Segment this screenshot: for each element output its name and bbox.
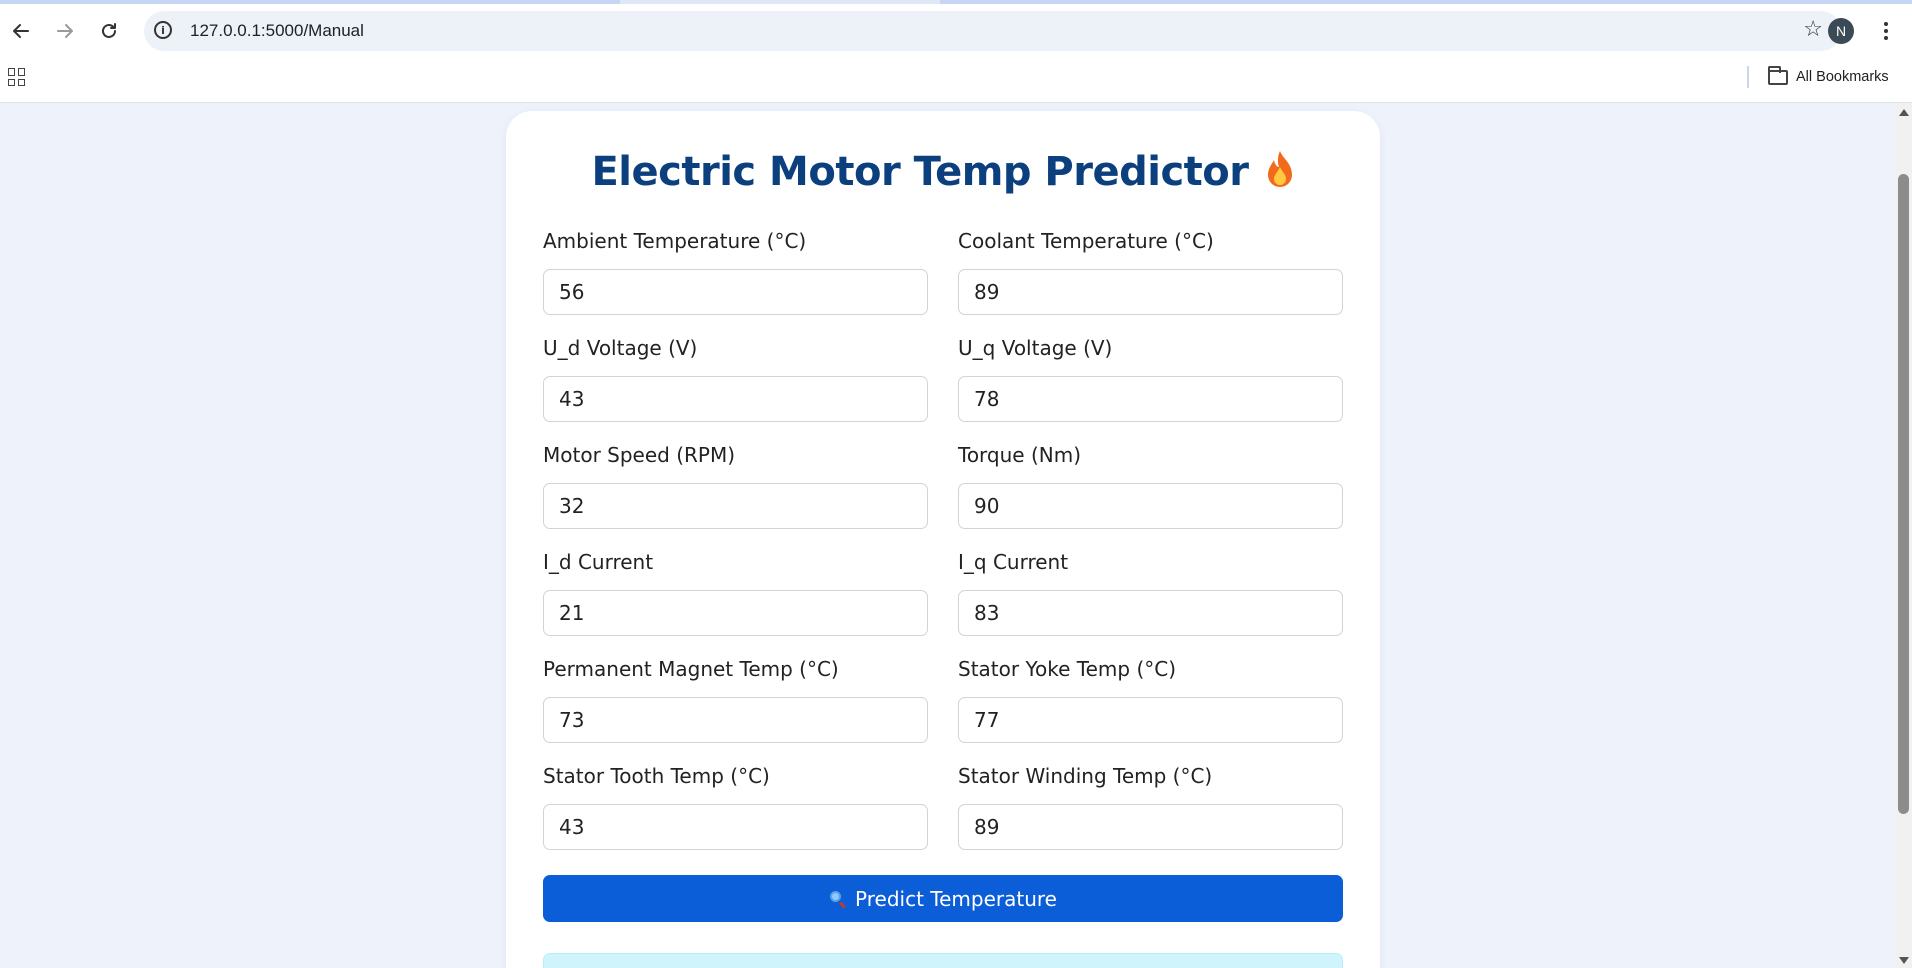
forward-button[interactable] bbox=[48, 14, 82, 48]
form-field: I_q Current bbox=[958, 550, 1343, 657]
field-label: Ambient Temperature (°C) bbox=[543, 229, 807, 253]
field-input[interactable] bbox=[958, 804, 1343, 850]
page-title: Electric Motor Temp Predictor bbox=[591, 149, 1249, 195]
field-input[interactable] bbox=[958, 376, 1343, 422]
form-field: U_d Voltage (V) bbox=[543, 336, 928, 443]
form-field: U_q Voltage (V) bbox=[958, 336, 1343, 443]
apps-grid-icon[interactable] bbox=[8, 68, 26, 86]
all-bookmarks-label: All Bookmarks bbox=[1796, 69, 1889, 85]
form-field: Stator Yoke Temp (°C) bbox=[958, 657, 1343, 764]
field-input[interactable] bbox=[543, 804, 928, 850]
field-input[interactable] bbox=[543, 590, 928, 636]
form-field: Ambient Temperature (°C) bbox=[543, 229, 928, 336]
scroll-up-arrow[interactable] bbox=[1899, 109, 1909, 116]
field-label: Coolant Temperature (°C) bbox=[958, 229, 1214, 253]
field-input[interactable] bbox=[958, 269, 1343, 315]
scroll-thumb[interactable] bbox=[1898, 174, 1909, 814]
field-label: U_d Voltage (V) bbox=[543, 336, 698, 360]
folder-icon bbox=[1768, 65, 1788, 85]
predict-button-label: Predict Temperature bbox=[855, 886, 1057, 911]
back-button[interactable] bbox=[4, 14, 38, 48]
bookmark-separator bbox=[1747, 66, 1749, 88]
arrow-left-icon bbox=[13, 24, 29, 38]
form-field: Coolant Temperature (°C) bbox=[958, 229, 1343, 336]
profile-avatar[interactable]: N bbox=[1828, 18, 1854, 44]
field-label: I_q Current bbox=[958, 550, 1069, 574]
address-bar[interactable]: i 127.0.0.1:5000/Manual ☆ bbox=[144, 11, 1841, 51]
all-bookmarks-button[interactable]: All Bookmarks bbox=[1768, 65, 1889, 88]
predict-temperature-button[interactable]: Predict Temperature bbox=[543, 875, 1343, 922]
field-input[interactable] bbox=[958, 483, 1343, 529]
page-scrollbar[interactable] bbox=[1895, 103, 1912, 968]
page-viewport: Electric Motor Temp Predictor Ambient Te… bbox=[0, 103, 1895, 968]
field-label: Motor Speed (RPM) bbox=[543, 443, 736, 467]
tab-strip bbox=[0, 0, 1912, 4]
field-input[interactable] bbox=[543, 483, 928, 529]
flame-icon bbox=[1267, 151, 1292, 187]
scroll-down-arrow[interactable] bbox=[1899, 957, 1909, 964]
field-input[interactable] bbox=[958, 590, 1343, 636]
field-label: Torque (Nm) bbox=[958, 443, 1082, 467]
field-label: Permanent Magnet Temp (°C) bbox=[543, 657, 839, 681]
prediction-result-box bbox=[543, 953, 1343, 968]
field-input[interactable] bbox=[543, 269, 928, 315]
form-field: I_d Current bbox=[543, 550, 928, 657]
info-icon[interactable]: i bbox=[154, 21, 172, 39]
field-label: I_d Current bbox=[543, 550, 654, 574]
page-title-container: Electric Motor Temp Predictor bbox=[506, 149, 1380, 195]
form-field: Stator Winding Temp (°C) bbox=[958, 764, 1343, 871]
reload-icon bbox=[102, 23, 116, 38]
more-vert-icon[interactable] bbox=[1876, 16, 1896, 46]
form-field: Motor Speed (RPM) bbox=[543, 443, 928, 550]
star-icon[interactable]: ☆ bbox=[1803, 17, 1823, 42]
url-text[interactable]: 127.0.0.1:5000/Manual bbox=[190, 21, 364, 41]
field-input[interactable] bbox=[543, 697, 928, 743]
form-field: Permanent Magnet Temp (°C) bbox=[543, 657, 928, 764]
reload-button[interactable] bbox=[92, 14, 126, 48]
field-label: U_q Voltage (V) bbox=[958, 336, 1113, 360]
form-field: Torque (Nm) bbox=[958, 443, 1343, 550]
field-input[interactable] bbox=[543, 376, 928, 422]
arrow-right-icon bbox=[57, 24, 73, 38]
magnifier-icon bbox=[829, 890, 847, 909]
field-label: Stator Yoke Temp (°C) bbox=[958, 657, 1177, 681]
field-input[interactable] bbox=[958, 697, 1343, 743]
predictor-card: Electric Motor Temp Predictor Ambient Te… bbox=[506, 111, 1380, 968]
field-label: Stator Tooth Temp (°C) bbox=[543, 764, 770, 788]
form-field: Stator Tooth Temp (°C) bbox=[543, 764, 928, 871]
browser-toolbar: i 127.0.0.1:5000/Manual ☆ N All Bookmark… bbox=[0, 0, 1912, 103]
field-label: Stator Winding Temp (°C) bbox=[958, 764, 1213, 788]
input-form: Ambient Temperature (°C) Coolant Temperat… bbox=[543, 229, 1343, 871]
